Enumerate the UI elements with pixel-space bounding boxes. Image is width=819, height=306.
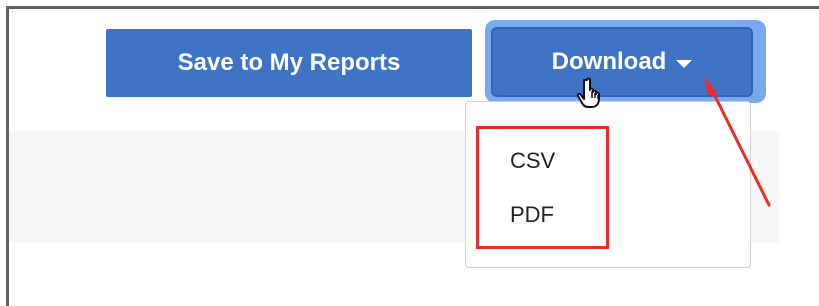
hand-pointer-icon <box>576 77 600 108</box>
download-button[interactable]: Download <box>491 27 753 97</box>
download-csv-menu-item[interactable]: CSV <box>510 150 555 172</box>
save-to-my-reports-button[interactable]: Save to My Reports <box>106 29 472 97</box>
download-button-label: Download <box>551 48 667 75</box>
caret-down-icon <box>676 60 693 68</box>
download-pdf-menu-item[interactable]: PDF <box>510 204 554 226</box>
annotation-highlight-box <box>476 126 609 249</box>
